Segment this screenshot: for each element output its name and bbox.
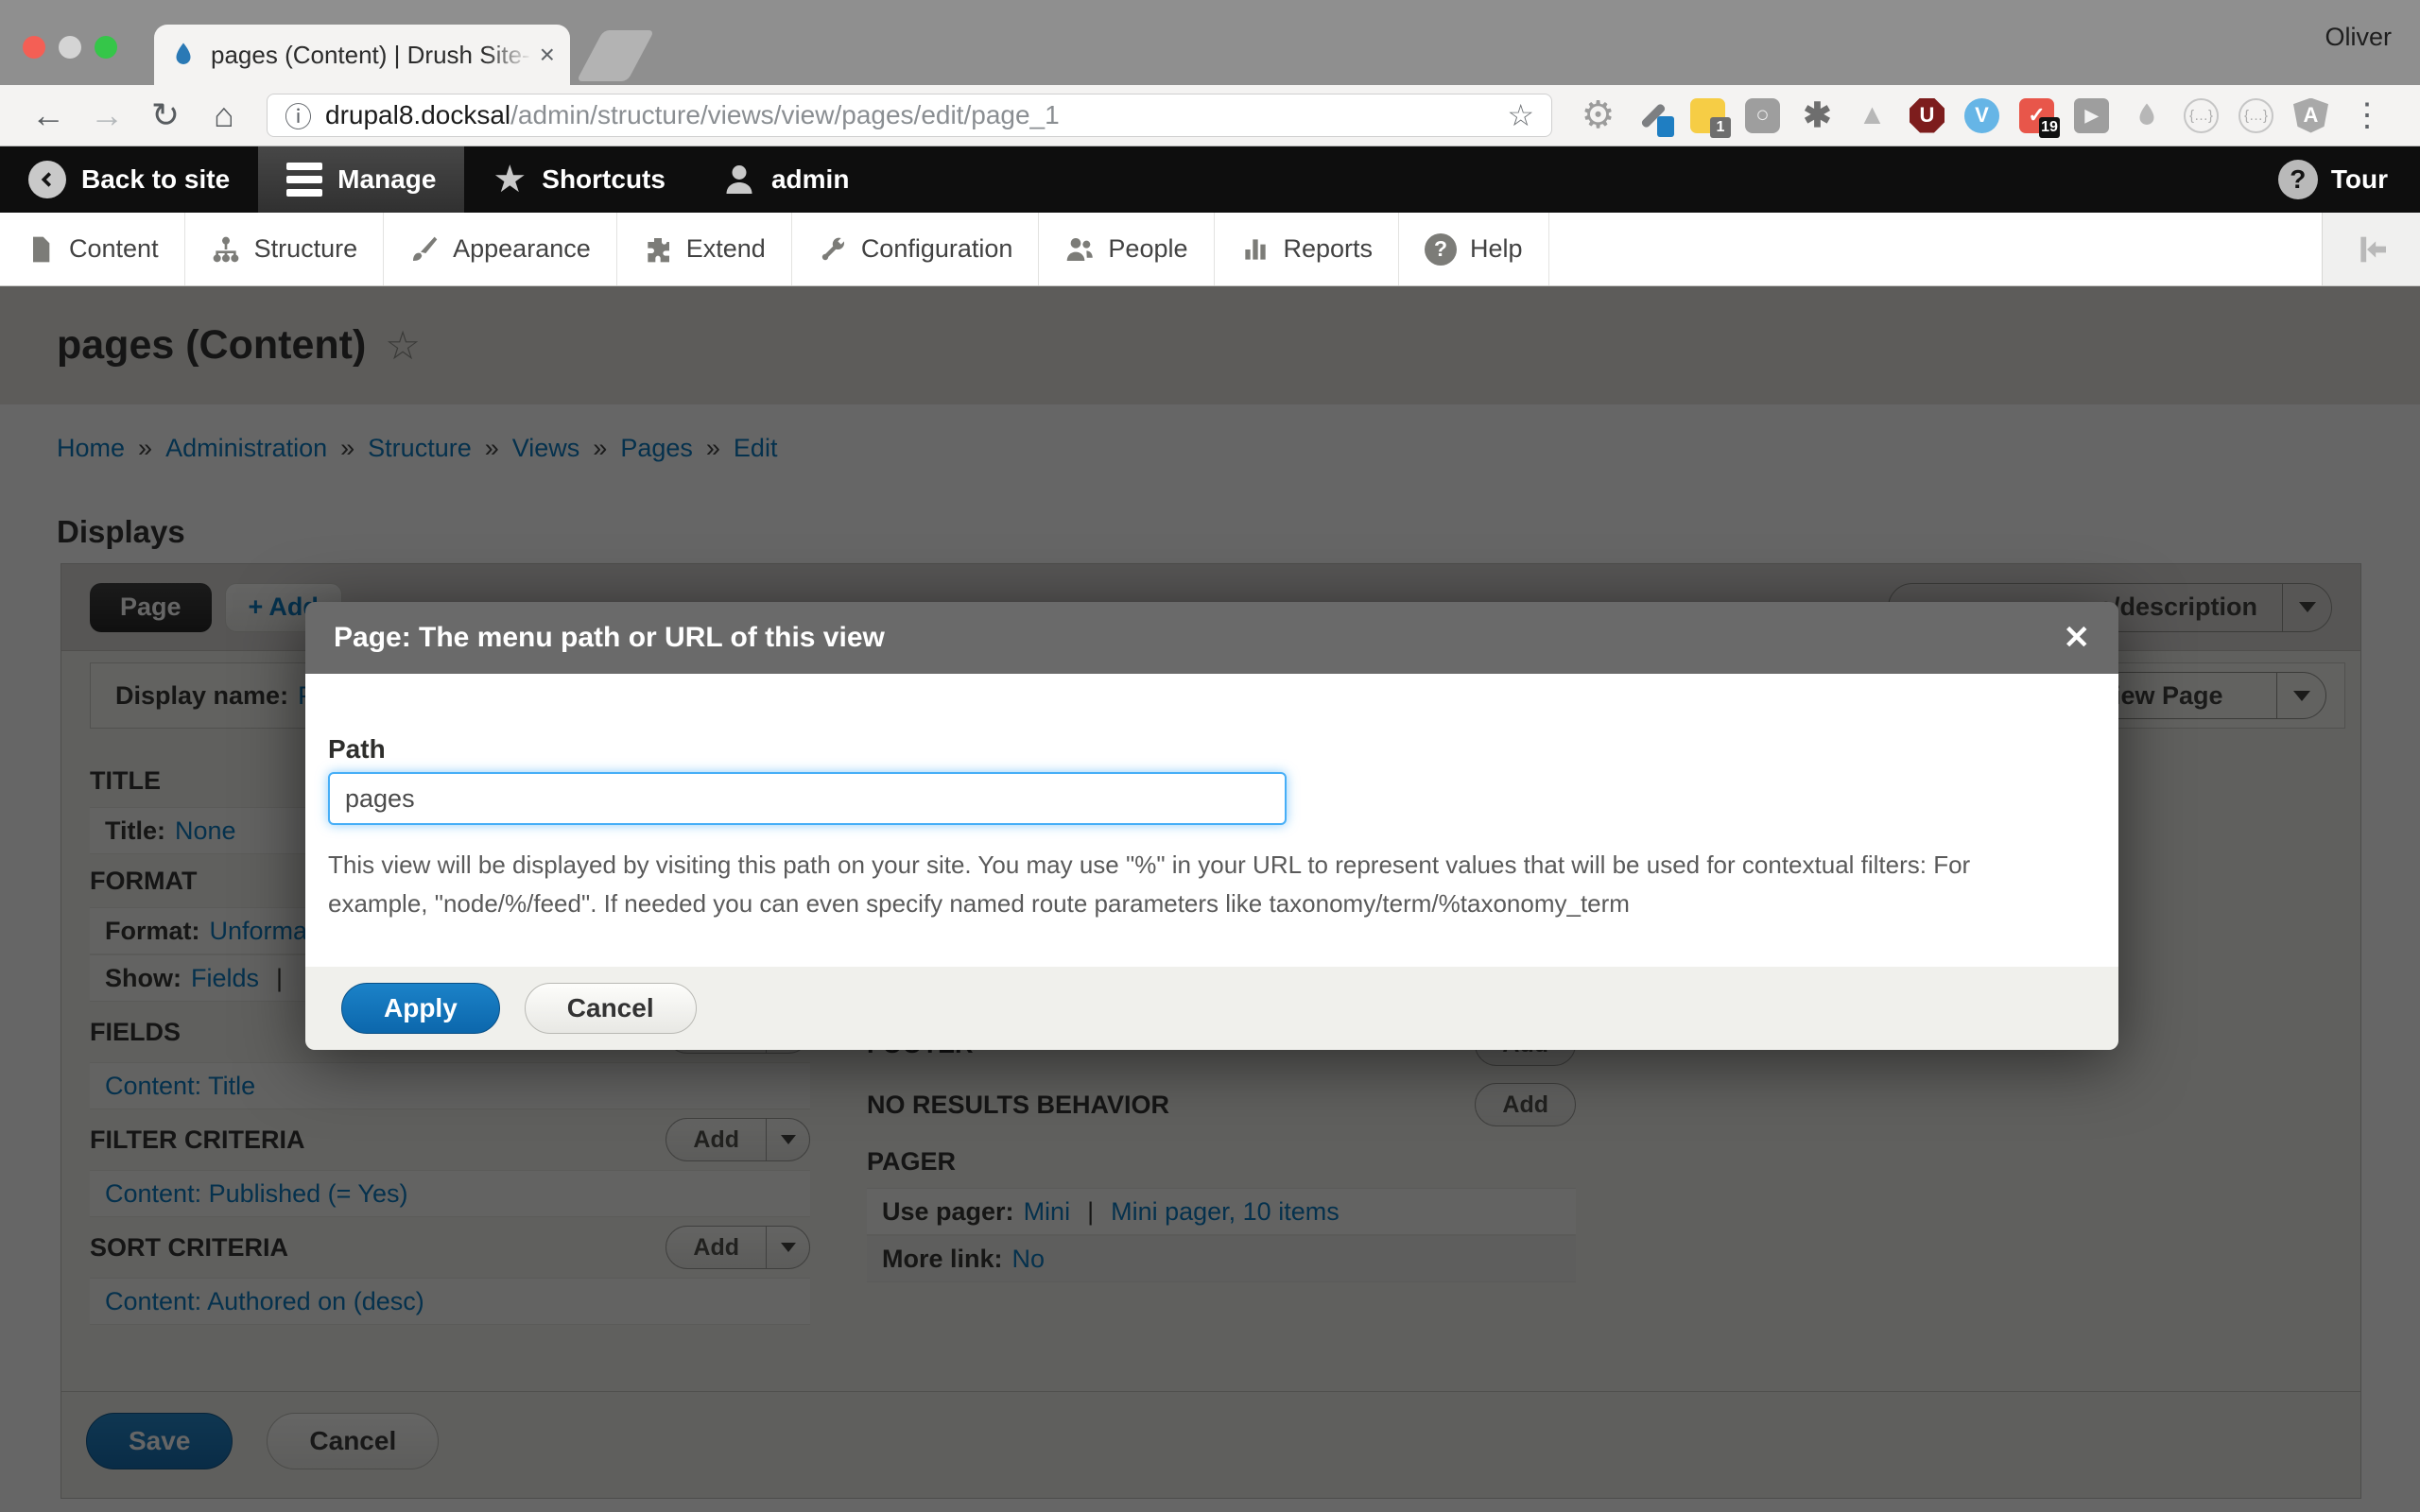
dark-gear-extension-icon[interactable]: ✱ xyxy=(1800,98,1835,133)
eyedropper-extension-icon[interactable] xyxy=(1635,98,1670,133)
paintbrush-icon xyxy=(409,234,440,265)
menu-label: Extend xyxy=(686,234,766,264)
shortcuts-star-icon: ★ xyxy=(493,161,527,198)
menu-item-reports[interactable]: Reports xyxy=(1215,213,1400,285)
menu-label: Help xyxy=(1470,234,1523,264)
user-icon xyxy=(722,163,756,197)
shortcuts-button[interactable]: ★ Shortcuts xyxy=(464,146,694,213)
menu-item-people[interactable]: People xyxy=(1039,213,1214,285)
menu-label: Structure xyxy=(254,234,358,264)
path-modal: Page: The menu path or URL of this view … xyxy=(305,602,2118,1050)
people-icon xyxy=(1064,234,1095,265)
path-description-line2: example, "node/%/feed". If needed you ca… xyxy=(328,885,2084,923)
drupal-favicon-icon xyxy=(169,41,198,69)
modal-cancel-button[interactable]: Cancel xyxy=(525,983,697,1034)
modal-header[interactable]: Page: The menu path or URL of this view … xyxy=(305,602,2118,674)
back-to-site-label: Back to site xyxy=(81,164,230,195)
modal-footer: Apply Cancel xyxy=(305,967,2118,1050)
page-content: pages (Content) ☆ Home » Administration … xyxy=(0,286,2420,1512)
drive-extension-icon[interactable]: ▲ xyxy=(1855,98,1890,133)
player-extension-icon[interactable]: ▶ xyxy=(2074,98,2109,133)
close-icon[interactable]: ✕ xyxy=(2064,619,2091,657)
todoist-badge: 19 xyxy=(2039,117,2060,138)
modal-body: Path This view will be displayed by visi… xyxy=(305,674,2118,967)
eyedropper-badge xyxy=(1657,116,1674,137)
tour-button[interactable]: ? Tour xyxy=(2246,146,2420,213)
manage-label: Manage xyxy=(337,164,436,195)
tour-label: Tour xyxy=(2331,164,2388,195)
home-icon[interactable]: ⌂ xyxy=(195,95,253,135)
address-bar[interactable]: ⓘ drupal8.docksal /admin/structure/views… xyxy=(267,94,1552,137)
reload-icon[interactable]: ↻ xyxy=(136,95,195,135)
menu-item-structure[interactable]: Structure xyxy=(185,213,385,285)
back-icon[interactable]: ← xyxy=(19,95,78,135)
menu-label: Content xyxy=(69,234,159,264)
minimize-window-button[interactable] xyxy=(59,36,81,59)
browser-menu-icon[interactable]: ⋮ xyxy=(2351,96,2383,134)
braces-extension-icon-2[interactable]: {…} xyxy=(2238,98,2273,133)
path-description: This view will be displayed by visiting … xyxy=(328,846,2084,923)
menu-label: Configuration xyxy=(861,234,1013,264)
notes-extension-icon[interactable]: 1 xyxy=(1690,98,1725,133)
menu-label: Appearance xyxy=(453,234,591,264)
url-host: drupal8.docksal xyxy=(325,100,510,130)
extension-row: ⚙ 1 ○ ✱ ▲ U V ✓19 ▶ {…} {…} A xyxy=(1581,98,2328,133)
screen: pages (Content) | Drush Site-In × Oliver… xyxy=(0,0,2420,1512)
browser-tab[interactable]: pages (Content) | Drush Site-In × xyxy=(154,25,570,85)
back-to-site-button[interactable]: Back to site xyxy=(0,146,258,213)
tour-question-icon: ? xyxy=(2278,160,2318,199)
angular-extension-icon[interactable]: A xyxy=(2293,98,2328,133)
collapse-left-icon xyxy=(2353,231,2391,268)
menu-item-content[interactable]: Content xyxy=(0,213,185,285)
menu-item-configuration[interactable]: Configuration xyxy=(792,213,1040,285)
ublock-extension-icon[interactable]: U xyxy=(1910,98,1945,133)
admin-user-label: admin xyxy=(771,164,849,195)
close-window-button[interactable] xyxy=(23,36,45,59)
tab-title: pages (Content) | Drush Site-In xyxy=(211,41,532,70)
braces-extension-icon[interactable]: {…} xyxy=(2184,98,2219,133)
shortcuts-label: Shortcuts xyxy=(542,164,666,195)
vimeo-extension-icon[interactable]: V xyxy=(1964,98,1999,133)
url-path: /admin/structure/views/view/pages/edit/p… xyxy=(510,100,1497,130)
apply-button[interactable]: Apply xyxy=(341,983,500,1034)
browser-profile-name[interactable]: Oliver xyxy=(2325,23,2392,52)
path-description-line1: This view will be displayed by visiting … xyxy=(328,846,2084,885)
browser-toolbar: ← → ↻ ⌂ ⓘ drupal8.docksal /admin/structu… xyxy=(0,85,2420,146)
sitemap-icon xyxy=(211,234,241,265)
drupal-admin-toolbar: Back to site Manage ★ Shortcuts admin ? … xyxy=(0,146,2420,213)
camera-extension-icon[interactable]: ○ xyxy=(1745,98,1780,133)
bar-chart-icon xyxy=(1240,234,1270,265)
menu-label: Reports xyxy=(1284,234,1374,264)
drupal-extension-icon[interactable] xyxy=(2129,98,2164,133)
wrench-icon xyxy=(818,234,848,265)
menu-item-extend[interactable]: Extend xyxy=(617,213,792,285)
window-controls xyxy=(23,36,117,59)
tab-close-icon[interactable]: × xyxy=(540,40,555,70)
admin-user-button[interactable]: admin xyxy=(694,146,877,213)
manage-button[interactable]: Manage xyxy=(258,146,464,213)
drupal-menu-bar: Content Structure Appearance Extend Conf… xyxy=(0,213,2420,286)
gear-extension-icon[interactable]: ⚙ xyxy=(1581,98,1616,133)
fullscreen-window-button[interactable] xyxy=(95,36,117,59)
modal-title: Page: The menu path or URL of this view xyxy=(334,622,885,654)
back-chevron-icon xyxy=(28,161,66,198)
notes-badge: 1 xyxy=(1710,117,1731,138)
new-tab-button[interactable] xyxy=(577,30,655,81)
todoist-extension-icon[interactable]: ✓19 xyxy=(2019,98,2054,133)
path-input[interactable] xyxy=(328,772,1287,825)
menu-item-help[interactable]: ? Help xyxy=(1399,213,1549,285)
puzzle-icon xyxy=(643,234,673,265)
bookmark-star-icon[interactable]: ☆ xyxy=(1507,97,1534,133)
forward-icon[interactable]: → xyxy=(78,95,136,135)
path-field-label: Path xyxy=(328,734,2084,765)
file-icon xyxy=(26,234,56,265)
help-icon: ? xyxy=(1425,233,1457,266)
menu-item-appearance[interactable]: Appearance xyxy=(384,213,617,285)
hamburger-icon xyxy=(286,163,322,197)
site-info-icon[interactable]: ⓘ xyxy=(285,95,312,135)
browser-titlebar: pages (Content) | Drush Site-In × Oliver xyxy=(0,0,2420,85)
toolbar-collapse-button[interactable] xyxy=(2322,213,2420,285)
menu-label: People xyxy=(1108,234,1187,264)
